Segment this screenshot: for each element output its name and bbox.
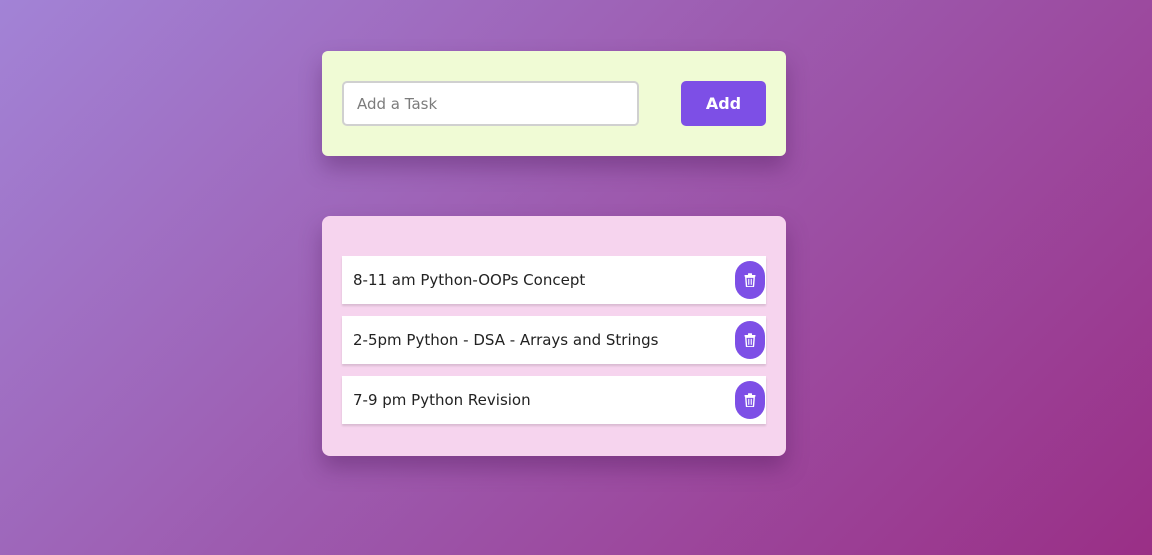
delete-task-button[interactable] <box>735 261 765 299</box>
task-list: 8-11 am Python-OOPs Concept 2-5pm Python… <box>322 256 786 424</box>
trash-icon <box>744 393 756 407</box>
add-task-form: Add <box>322 51 786 156</box>
delete-task-button[interactable] <box>735 381 765 419</box>
delete-task-button[interactable] <box>735 321 765 359</box>
task-input[interactable] <box>342 81 639 126</box>
trash-icon <box>744 333 756 347</box>
trash-icon <box>744 273 756 287</box>
task-item: 8-11 am Python-OOPs Concept <box>342 256 766 304</box>
add-button[interactable]: Add <box>681 81 766 126</box>
task-text: 7-9 pm Python Revision <box>353 391 531 409</box>
task-text: 8-11 am Python-OOPs Concept <box>353 271 586 289</box>
task-item: 2-5pm Python - DSA - Arrays and Strings <box>342 316 766 364</box>
task-text: 2-5pm Python - DSA - Arrays and Strings <box>353 331 659 349</box>
task-list-card: 8-11 am Python-OOPs Concept 2-5pm Python… <box>322 216 786 456</box>
task-item: 7-9 pm Python Revision <box>342 376 766 424</box>
